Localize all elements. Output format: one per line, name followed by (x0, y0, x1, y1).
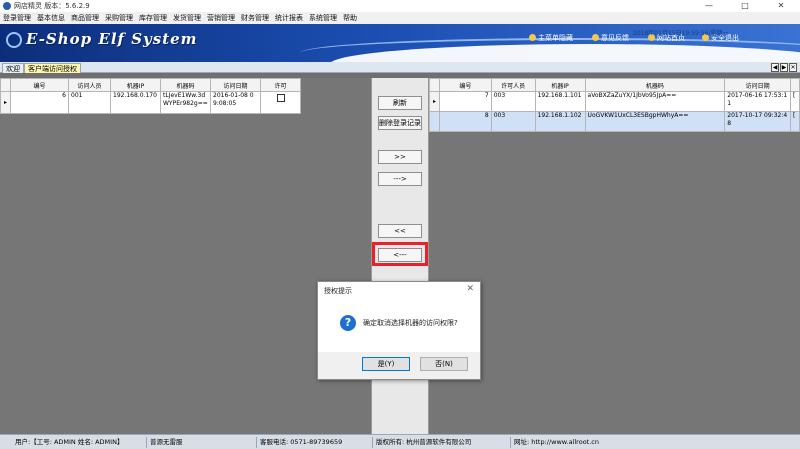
table-row[interactable]: ▸ 6 001 192.168.0.170 tLJevE1Ww.3dWYPEr9… (0, 91, 301, 114)
close-button[interactable]: ✕ (766, 0, 796, 12)
visit-records-table: 编号 访问人员 机器IP 机器码 访问日期 许可 ▸ 6 001 192.168… (0, 78, 301, 114)
status-bar: 用户:【工号: ADMIN 姓名: ADMIN】 普源无雷服 客服电话: 057… (0, 434, 800, 449)
row-pointer (429, 111, 440, 132)
column-header[interactable]: 访问日期 (724, 78, 791, 92)
table-header-row: 编号 访问人员 机器IP 机器码 访问日期 许可 (0, 78, 301, 92)
column-header[interactable]: 机器码 (160, 78, 211, 92)
hide-menu-link[interactable]: 主菜单隐藏 (529, 33, 573, 43)
menu-finance[interactable]: 财务管理 (238, 12, 272, 24)
brand-logo-icon (6, 32, 22, 48)
cell-user[interactable]: 003 (490, 111, 536, 132)
app-icon (3, 2, 11, 10)
cell-id[interactable]: 7 (438, 91, 492, 112)
table-header-row: 编号 许可人员 机器IP 机器码 访问日期 (429, 78, 800, 92)
menu-bar: 登录管理 基本信息 商品管理 采购管理 库存管理 发货管理 营销管理 财务管理 统计报表 系统管理… (0, 12, 800, 24)
status-company-short: 普源无雷服 (146, 437, 256, 448)
authorized-records-panel: 编号 许可人员 机器IP 机器码 访问日期 ▸ 7 003 192.168.1.… (429, 78, 800, 434)
menu-marketing[interactable]: 营销管理 (204, 12, 238, 24)
table-row[interactable]: ▸ 7 003 192.168.1.101 aVoBXZaZuYX/1JbVo9… (429, 91, 800, 112)
menu-purchase[interactable]: 采购管理 (102, 12, 136, 24)
dialog-close-button[interactable]: ✕ (466, 284, 474, 294)
refresh-button[interactable]: 刷新 (378, 96, 422, 110)
cell-machine-code[interactable]: tLJevE1Ww.3dWYPEr982g== (160, 91, 211, 114)
title-bar: 网店精灵 版本：5.6.2.9 — □ ✕ (0, 0, 800, 12)
window-title: 网店精灵 版本：5.6.2.9 (14, 2, 90, 10)
cell-date[interactable]: 2017-06-16 17:53:11 (724, 91, 791, 112)
move-all-right-button[interactable]: >> (378, 150, 422, 164)
dialog-footer: 是(Y) 否(N) (318, 352, 480, 379)
column-header[interactable]: 访问人员 (68, 78, 111, 92)
column-header[interactable]: 机器IP (110, 78, 161, 92)
column-header-partial[interactable] (789, 78, 800, 92)
move-right-button[interactable]: ---> (378, 172, 422, 186)
cell-id[interactable]: 8 (438, 111, 492, 132)
row-header-corner (0, 78, 11, 92)
status-phone: 客服电话: 0571-89739659 (256, 437, 372, 448)
tab-scroll-left-button[interactable]: ◀ (771, 63, 779, 72)
menu-login[interactable]: 登录管理 (0, 12, 34, 24)
authorized-records-table: 编号 许可人员 机器IP 机器码 访问日期 ▸ 7 003 192.168.1.… (429, 78, 800, 132)
home-icon (529, 34, 536, 41)
row-header-corner (429, 78, 440, 92)
table-row-selected[interactable]: 8 003 192.168.1.102 UoGVKW1UxCL3ESBgpHWh… (429, 111, 800, 132)
move-all-left-button[interactable]: << (378, 224, 422, 238)
menu-inventory[interactable]: 库存管理 (136, 12, 170, 24)
authorization-dialog: 授权提示 ✕ ? 确定取消选择机器的访问权限? 是(Y) 否(N) (317, 281, 481, 380)
cell-ip[interactable]: 192.168.1.101 (534, 91, 586, 112)
feedback-link[interactable]: 意见反馈 (592, 33, 629, 43)
menu-goods[interactable]: 商品管理 (68, 12, 102, 24)
cell-machine-code[interactable]: UoGVKW1UxCL3ESBgpHWhyA== (584, 111, 726, 132)
tab-welcome[interactable]: 欢迎 (2, 63, 24, 73)
maximize-button[interactable]: □ (730, 0, 760, 12)
minimize-button[interactable]: — (694, 0, 724, 12)
tab-close-button[interactable]: ✕ (789, 63, 797, 72)
tab-scroll-right-button[interactable]: ▶ (780, 63, 788, 72)
dialog-message: 确定取消选择机器的访问权限? (363, 319, 458, 327)
visit-records-panel: 编号 访问人员 机器IP 机器码 访问日期 许可 ▸ 6 001 192.168… (0, 78, 371, 434)
cell-permission[interactable] (260, 91, 301, 114)
cell-user[interactable]: 003 (490, 91, 536, 112)
column-header[interactable]: 编号 (438, 78, 492, 92)
tab-strip: 欢迎 客户端访问授权 ◀ ▶ ✕ (0, 62, 800, 73)
menu-reports[interactable]: 统计报表 (272, 12, 306, 24)
cell-partial[interactable]: [ (789, 111, 800, 132)
cell-machine-code[interactable]: aVoBXZaZuYX/1JbVo95JpA== (584, 91, 726, 112)
cell-ip[interactable]: 192.168.0.170 (110, 91, 161, 114)
cell-date[interactable]: 2016-01-08 09:08:05 (210, 91, 261, 114)
dialog-title: 授权提示 (324, 287, 352, 295)
column-header[interactable]: 访问日期 (210, 78, 261, 92)
cell-partial[interactable]: [ (789, 91, 800, 112)
status-website: 网址: http://www.allroot.cn (510, 437, 660, 448)
column-header[interactable]: 许可人员 (490, 78, 536, 92)
cell-id[interactable]: 6 (10, 91, 69, 114)
status-user: 用户:【工号: ADMIN 姓名: ADMIN】 (15, 438, 124, 446)
current-datetime: 2018年01月15日19:59:56/星期一 (633, 30, 729, 37)
menu-basic-info[interactable]: 基本信息 (34, 12, 68, 24)
cell-ip[interactable]: 192.168.1.102 (534, 111, 586, 132)
question-icon: ? (340, 315, 356, 331)
cell-date[interactable]: 2017-10-17 09:32:48 (724, 111, 791, 132)
row-pointer: ▸ (0, 91, 11, 114)
no-button[interactable]: 否(N) (420, 357, 468, 371)
row-pointer: ▸ (429, 91, 440, 112)
column-header[interactable]: 许可 (260, 78, 301, 92)
menu-system[interactable]: 系统管理 (306, 12, 340, 24)
tab-client-access-auth[interactable]: 客户端访问授权 (24, 63, 81, 73)
feedback-icon (592, 34, 599, 41)
delete-login-records-button[interactable]: 删除登录记录 (378, 116, 422, 130)
column-header[interactable]: 机器码 (584, 78, 726, 92)
column-header[interactable]: 编号 (10, 78, 69, 92)
column-header[interactable]: 机器IP (534, 78, 586, 92)
status-copyright: 版权所有: 杭州普源软件有限公司 (372, 437, 510, 448)
menu-shipping[interactable]: 发货管理 (170, 12, 204, 24)
menu-help[interactable]: 帮助 (340, 12, 360, 24)
yes-button[interactable]: 是(Y) (362, 357, 410, 371)
permission-checkbox[interactable] (276, 94, 285, 102)
highlight-box (372, 242, 428, 266)
cell-user[interactable]: 001 (68, 91, 111, 114)
brand-title: E-Shop Elf System (26, 30, 198, 48)
